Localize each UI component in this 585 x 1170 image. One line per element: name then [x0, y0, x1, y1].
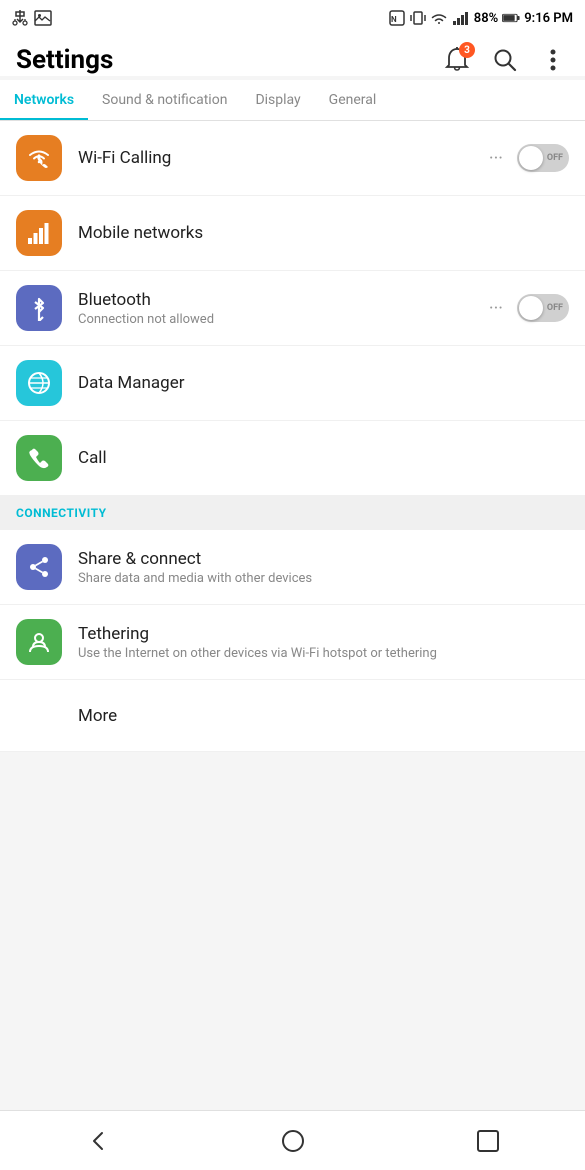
status-right-icons: N 88% 9:16 PM [388, 9, 573, 27]
wifi-calling-toggle[interactable]: OFF [517, 144, 569, 172]
tethering-icon [26, 629, 52, 655]
data-manager-title: Data Manager [78, 373, 569, 393]
wifi-status-icon [430, 10, 448, 26]
call-item[interactable]: Call [0, 421, 585, 496]
bluetooth-toggle-knob [519, 296, 543, 320]
back-button[interactable] [73, 1121, 123, 1161]
data-manager-icon-wrap [16, 360, 62, 406]
tab-sound-notification[interactable]: Sound & notification [88, 80, 241, 120]
bluetooth-toggle-label: OFF [547, 303, 563, 313]
tab-display[interactable]: Display [241, 80, 314, 120]
bluetooth-item[interactable]: Bluetooth Connection not allowed ··· OFF [0, 271, 585, 346]
tab-bar: Networks Sound & notification Display Ge… [0, 80, 585, 121]
toggle-knob [519, 146, 543, 170]
mobile-networks-text: Mobile networks [78, 223, 569, 243]
wifi-calling-item[interactable]: Wi-Fi Calling ··· OFF [0, 121, 585, 196]
tethering-title: Tethering [78, 624, 569, 644]
more-item[interactable]: More [0, 680, 585, 752]
bluetooth-title: Bluetooth [78, 290, 483, 310]
home-icon [279, 1127, 307, 1155]
bluetooth-menu-button[interactable]: ··· [483, 294, 509, 323]
image-icon [34, 10, 52, 26]
time: 9:16 PM [524, 11, 573, 26]
header-icons: 3 [441, 44, 569, 76]
connectivity-section-header: CONNECTIVITY [0, 496, 585, 530]
tab-networks[interactable]: Networks [0, 80, 88, 120]
tab-general[interactable]: General [315, 80, 391, 120]
data-manager-text: Data Manager [78, 373, 569, 393]
tethering-subtitle: Use the Internet on other devices via Wi… [78, 646, 569, 661]
wifi-calling-menu-button[interactable]: ··· [483, 144, 509, 173]
bottom-nav [0, 1110, 585, 1170]
mobile-networks-icon-wrap [16, 210, 62, 256]
bluetooth-toggle[interactable]: OFF [517, 294, 569, 322]
battery-icon [502, 12, 520, 24]
share-connect-icon-wrap [16, 544, 62, 590]
call-icon [26, 445, 52, 471]
more-title: More [78, 706, 569, 726]
tethering-text: Tethering Use the Internet on other devi… [78, 624, 569, 661]
network-settings-list: Wi-Fi Calling ··· OFF Mob [0, 121, 585, 496]
mobile-networks-item[interactable]: Mobile networks [0, 196, 585, 271]
usb-icon [12, 9, 28, 27]
call-icon-wrap [16, 435, 62, 481]
connectivity-settings-list: Share & connect Share data and media wit… [0, 530, 585, 752]
page-title: Settings [16, 45, 113, 75]
home-button[interactable] [268, 1121, 318, 1161]
search-button[interactable] [489, 44, 521, 76]
more-text: More [78, 706, 569, 726]
wifi-calling-text: Wi-Fi Calling [78, 148, 483, 168]
share-connect-subtitle: Share data and media with other devices [78, 571, 569, 586]
header: Settings 3 [0, 36, 585, 76]
notifications-button[interactable]: 3 [441, 44, 473, 76]
signal-icon [452, 10, 470, 26]
wifi-calling-icon-wrap [16, 135, 62, 181]
bluetooth-actions: ··· OFF [483, 294, 569, 323]
content-area: Wi-Fi Calling ··· OFF Mob [0, 121, 585, 1099]
nfc-icon: N [388, 9, 406, 27]
search-icon [492, 47, 518, 73]
toggle-label-off: OFF [547, 153, 563, 163]
mobile-networks-title: Mobile networks [78, 223, 569, 243]
call-text: Call [78, 448, 569, 468]
more-options-button[interactable] [537, 44, 569, 76]
recent-apps-button[interactable] [463, 1121, 513, 1161]
share-connect-text: Share & connect Share data and media wit… [78, 549, 569, 586]
share-connect-title: Share & connect [78, 549, 569, 569]
tethering-icon-wrap [16, 619, 62, 665]
data-manager-item[interactable]: Data Manager [0, 346, 585, 421]
battery-percent: 88% [474, 11, 498, 26]
data-manager-icon [26, 370, 52, 396]
svg-text:N: N [391, 15, 397, 24]
status-left-icons [12, 9, 52, 27]
bluetooth-subtitle: Connection not allowed [78, 312, 483, 327]
notification-badge: 3 [459, 42, 475, 58]
call-title: Call [78, 448, 569, 468]
share-connect-item[interactable]: Share & connect Share data and media wit… [0, 530, 585, 605]
recent-apps-icon [475, 1128, 501, 1154]
wifi-calling-actions: ··· OFF [483, 144, 569, 173]
share-connect-icon [26, 554, 52, 580]
mobile-networks-icon [26, 220, 52, 246]
vibrate-icon [410, 9, 426, 27]
bluetooth-text: Bluetooth Connection not allowed [78, 290, 483, 327]
more-dots-icon [550, 48, 556, 72]
bluetooth-icon [26, 295, 52, 321]
wifi-calling-title: Wi-Fi Calling [78, 148, 483, 168]
back-icon [84, 1127, 112, 1155]
wifi-calling-icon [26, 145, 52, 171]
tethering-item[interactable]: Tethering Use the Internet on other devi… [0, 605, 585, 680]
status-bar: N 88% 9:16 PM [0, 0, 585, 36]
bluetooth-icon-wrap [16, 285, 62, 331]
